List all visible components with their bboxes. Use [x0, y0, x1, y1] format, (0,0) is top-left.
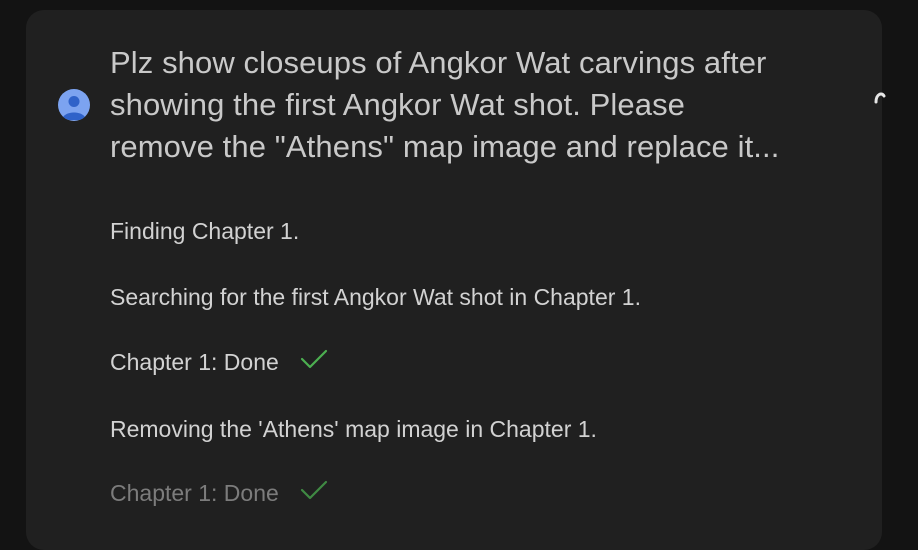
progress-step-text: Chapter 1: Done	[110, 479, 279, 506]
user-prompt-text: Plz show closeups of Angkor Wat carvings…	[110, 42, 860, 168]
progress-step-text: Finding Chapter 1.	[110, 218, 300, 244]
progress-step: Finding Chapter 1.	[110, 218, 299, 245]
user-avatar-icon	[58, 89, 90, 121]
prompt-line: Plz show closeups of Angkor Wat carvings…	[110, 45, 767, 80]
checkmark-icon	[299, 348, 329, 376]
checkmark-icon	[299, 479, 329, 507]
progress-step: Searching for the first Angkor Wat shot …	[110, 284, 641, 311]
progress-step-text: Chapter 1: Done	[110, 348, 279, 375]
partial-glyph-icon	[872, 88, 886, 112]
progress-step-text: Removing the 'Athens' map image in Chapt…	[110, 416, 597, 442]
prompt-line: showing the first Angkor Wat shot. Pleas…	[110, 87, 686, 122]
prompt-line: remove the "Athens" map image and replac…	[110, 129, 780, 164]
progress-step: Chapter 1: Done	[110, 348, 329, 376]
progress-step: Removing the 'Athens' map image in Chapt…	[110, 416, 597, 443]
progress-step-text: Searching for the first Angkor Wat shot …	[110, 284, 641, 310]
progress-step: Chapter 1: Done	[110, 479, 329, 507]
